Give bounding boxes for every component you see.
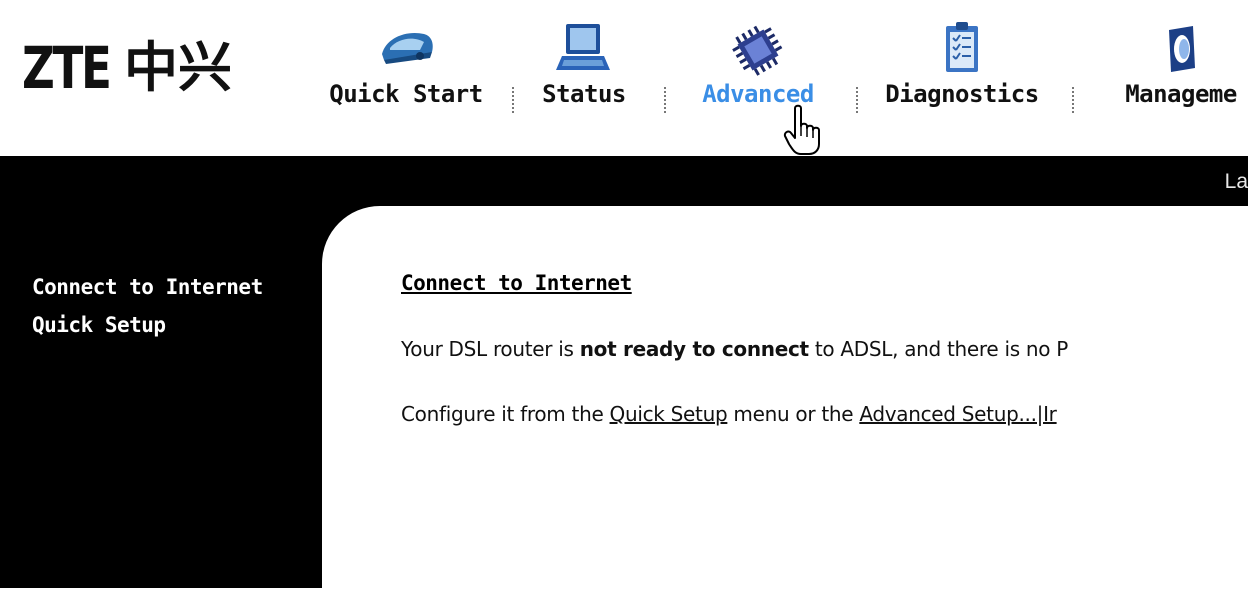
content-panel: Connect to Internet Your DSL router is n… [322, 206, 1248, 606]
car-icon [382, 32, 433, 64]
sidebar: Connect to Internet Quick Setup [32, 268, 312, 344]
nav-quick-start[interactable]: Quick Start [328, 12, 484, 122]
sidebar-item-connect-to-internet[interactable]: Connect to Internet [32, 268, 312, 306]
nav-label: Manageme [1125, 80, 1237, 108]
page-title: Connect to Internet [401, 271, 632, 295]
nav-label: Status [542, 80, 626, 108]
status-prefix: Your DSL router is [401, 337, 580, 361]
nav-management[interactable]: Manageme [1096, 12, 1248, 122]
nav-status[interactable]: Status [534, 12, 634, 122]
nav-separator [1072, 87, 1074, 113]
status-bold: not ready to connect [579, 337, 809, 361]
management-icon [1169, 26, 1195, 72]
nav-separator [856, 87, 858, 113]
nav-separator [512, 87, 514, 113]
logo-chinese-text: 中兴 [124, 36, 232, 99]
language-link[interactable]: La [1225, 170, 1248, 194]
zte-logo[interactable]: ZTE 中兴 [22, 30, 232, 100]
hand-pointer-icon [783, 104, 820, 155]
chip-icon [732, 25, 783, 76]
header: ZTE 中兴 Quick Start Status Advanced Diagn… [0, 0, 1248, 156]
status-suffix: to ADSL, and there is no P [808, 337, 1069, 361]
status-message: Your DSL router is not ready to connect … [401, 337, 1068, 361]
advanced-setup-link[interactable]: Advanced Setup...|Ir [859, 402, 1057, 426]
quick-setup-link[interactable]: Quick Setup [610, 402, 728, 426]
configure-middle: menu or the [727, 402, 860, 426]
nav-separator [664, 87, 666, 113]
clipboard-icon [946, 22, 978, 72]
laptop-icon [556, 24, 610, 70]
nav-label: Quick Start [329, 80, 483, 108]
configure-message: Configure it from the Quick Setup menu o… [401, 402, 1057, 426]
sidebar-item-quick-setup[interactable]: Quick Setup [32, 306, 312, 344]
configure-prefix: Configure it from the [401, 402, 610, 426]
logo-latin-text: ZTE [22, 34, 112, 102]
nav-diagnostics[interactable]: Diagnostics [882, 12, 1042, 122]
nav-label: Diagnostics [885, 80, 1039, 108]
